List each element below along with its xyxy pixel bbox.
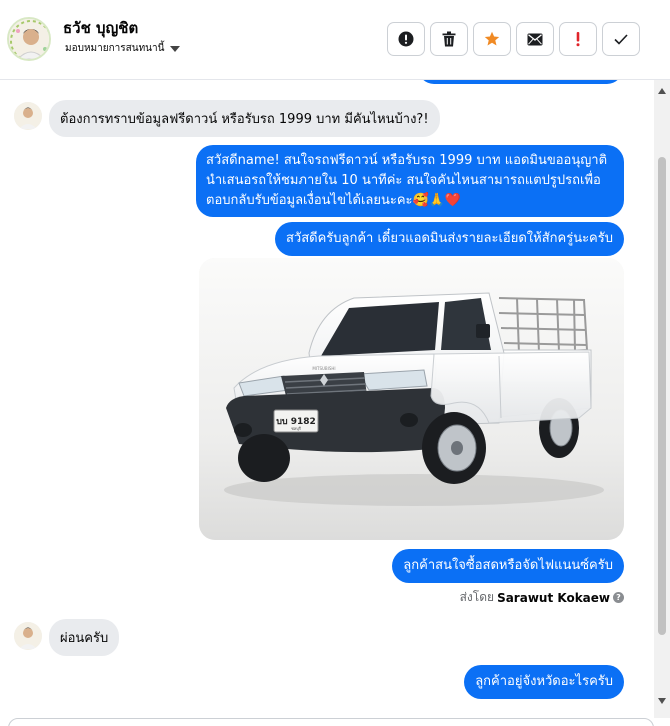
conversation-toolbar: [387, 22, 640, 56]
follow-up-button[interactable]: [473, 22, 511, 56]
outgoing-message: สวัสดีครับลูกค้า เดี๋ยวแอดมินส่งรายละเอี…: [274, 222, 624, 256]
sent-by-name[interactable]: Sarawut Kokaew: [497, 591, 610, 605]
sent-by-label: ส่งโดย Sarawut Kokaew ?: [460, 588, 624, 607]
message-line: สวัสดีname! สนใจรถฟรีดาวน์ หรือรับรถ 199…: [206, 153, 608, 168]
assign-label: มอบหมายการสนทนานี้: [65, 43, 165, 54]
car-photo-attachment[interactable]: บบ 9182 ชลบุรี MITSUBISHI: [199, 258, 624, 540]
outgoing-message: สวัสดีname! สนใจรถฟรีดาวน์ หรือรับรถ 199…: [196, 145, 624, 217]
message-line: ตอบกลับรับข้อมูลเงื่อนไขได้เลยนะคะ🥰🙏❤️: [206, 193, 462, 208]
outgoing-message: ลูกค้าสนใจซื้อสดหรือจัดไฟแนนซ์ครับ: [392, 549, 624, 583]
mark-spam-button[interactable]: [387, 22, 425, 56]
mark-unread-button[interactable]: [516, 22, 554, 56]
trash-icon: [442, 31, 456, 47]
check-icon: [614, 33, 628, 45]
contact-avatar-small: [14, 622, 42, 650]
contact-avatar[interactable]: [7, 17, 51, 61]
scrollbar-thumb[interactable]: [658, 157, 666, 635]
car-brand-badge: MITSUBISHI: [312, 366, 335, 371]
message-line: นำเสนอรถให้ชมภายใน 10 นาทีค่ะ สนใจคันไหน…: [206, 173, 601, 188]
incoming-message: ต้องการทราบข้อมูลฟรีดาวน์ หรือรับรถ 1999…: [49, 100, 440, 137]
previous-message-bubble-tail: [418, 80, 623, 84]
conversation-header: ธวัช บุญชิต มอบหมายการสนทนานี้: [0, 0, 670, 80]
incoming-message: ผ่อนครับ: [49, 619, 120, 656]
inbox-conversation-window: ธวัช บุญชิต มอบหมายการสนทนานี้ ต้องการทร…: [0, 0, 670, 726]
mark-done-button[interactable]: [602, 22, 640, 56]
scroll-down-arrow-icon[interactable]: [658, 698, 666, 704]
message-composer[interactable]: [8, 718, 654, 726]
delete-button[interactable]: [430, 22, 468, 56]
assign-conversation-dropdown[interactable]: มอบหมายการสนทนานี้: [65, 41, 181, 56]
chat-scrollbar[interactable]: [654, 80, 670, 718]
outgoing-message: ลูกค้าอยู่จังหวัดอะไรครับ: [464, 665, 624, 699]
help-icon[interactable]: ?: [613, 592, 624, 603]
contact-avatar-small: [14, 102, 42, 130]
scroll-up-arrow-icon[interactable]: [658, 88, 666, 94]
sent-by-prefix: ส่งโดย: [459, 590, 495, 604]
message-thread: ต้องการทราบข้อมูลฟรีดาวน์ หรือรับรถ 1999…: [0, 80, 650, 718]
contact-name: ธวัช บุญชิต: [63, 19, 139, 37]
star-icon: [484, 31, 500, 46]
caret-down-icon: [170, 45, 181, 52]
exclamation-icon: [576, 32, 580, 47]
envelope-icon: [527, 33, 543, 45]
alert-circle-icon: [398, 31, 414, 47]
mark-important-button[interactable]: [559, 22, 597, 56]
